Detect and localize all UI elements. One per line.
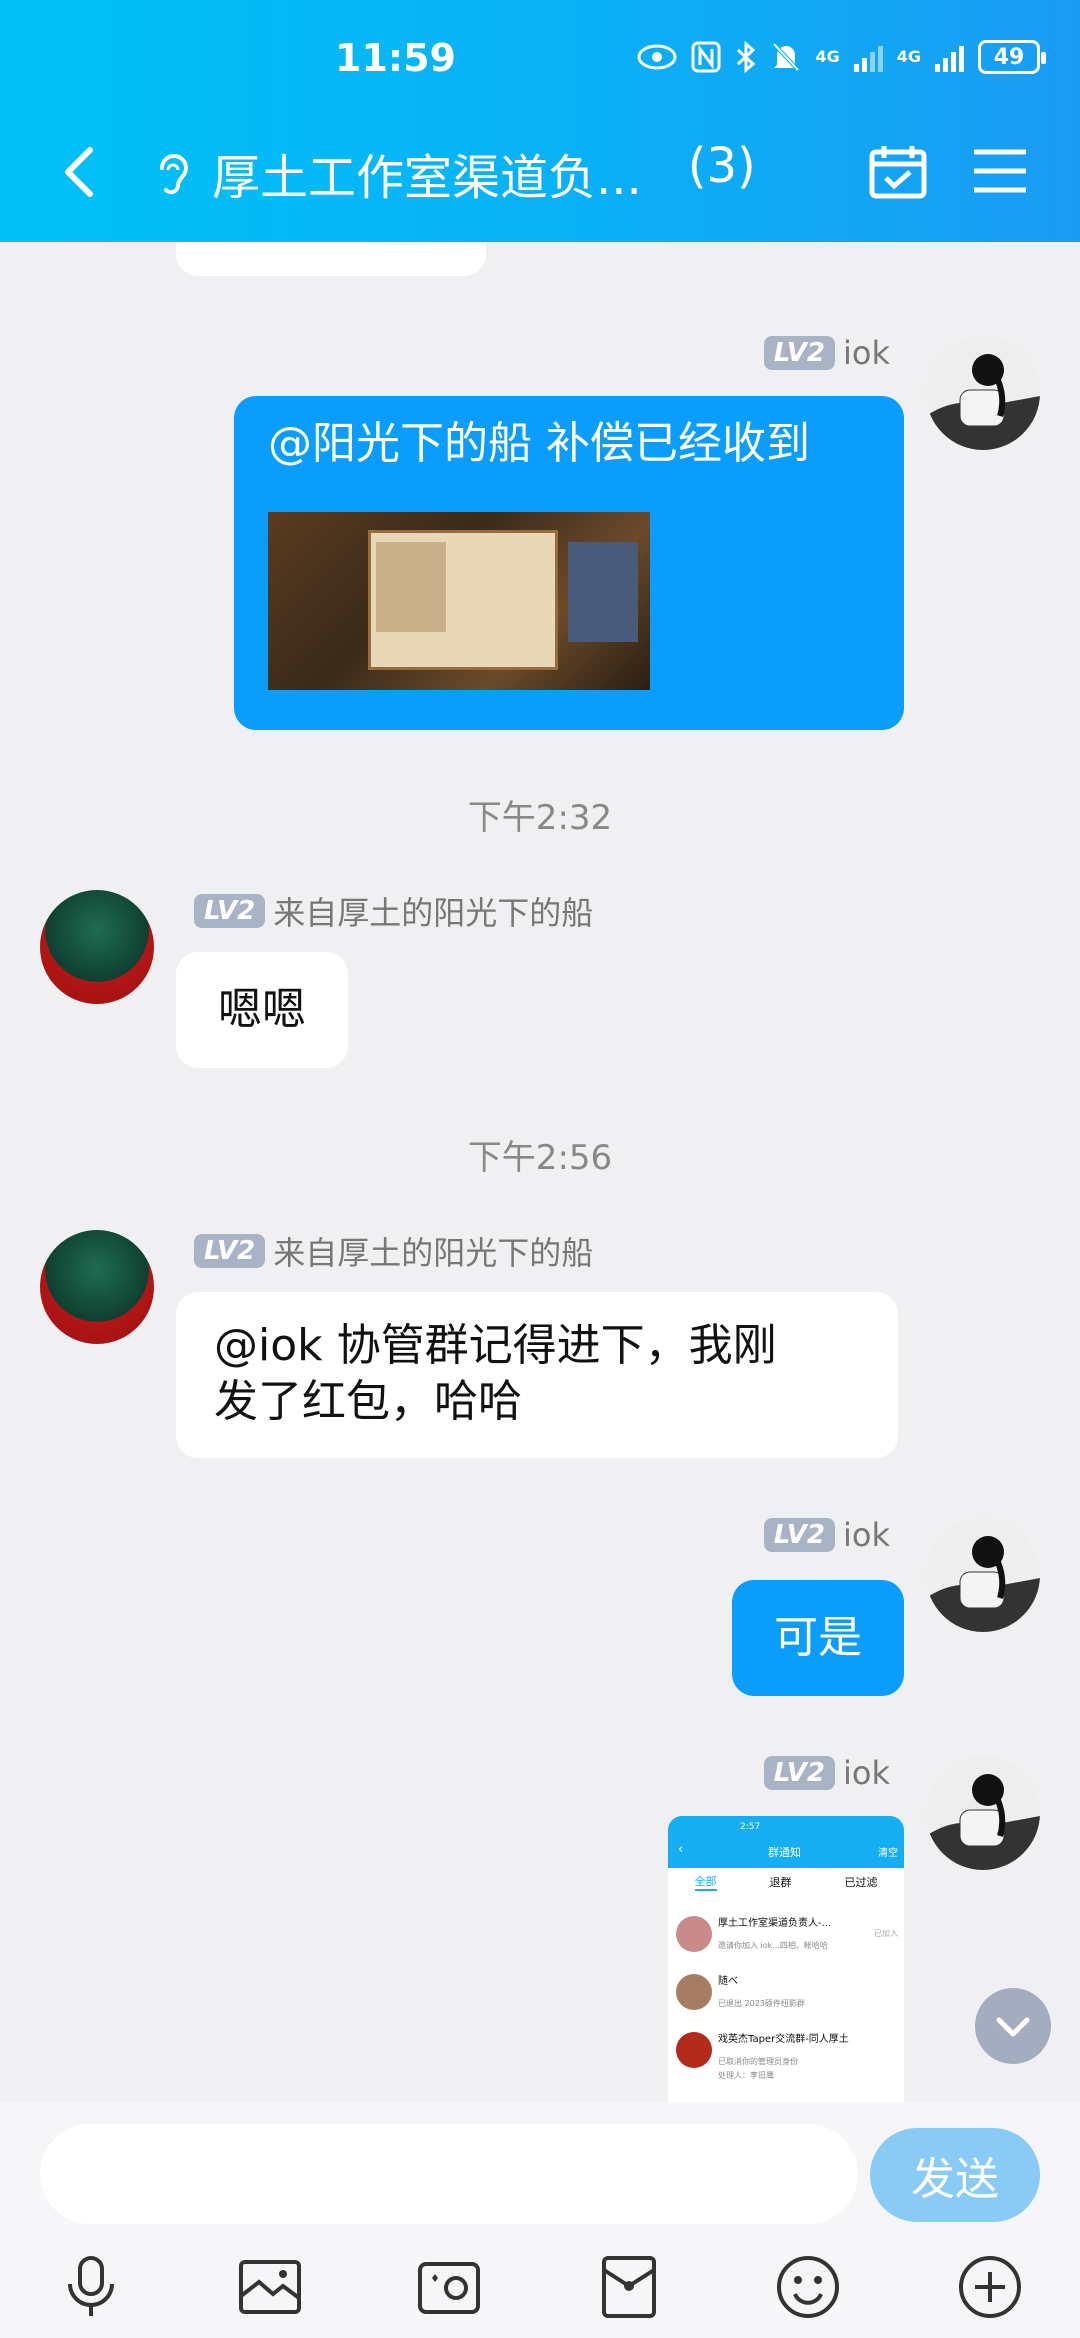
earpiece-mode-icon[interactable]: [150, 148, 194, 198]
level-badge: LV2: [763, 1518, 835, 1552]
photo-icon[interactable]: [235, 2252, 305, 2322]
emoji-icon[interactable]: [773, 2252, 843, 2322]
level-badge: LV2: [763, 336, 835, 370]
eye-icon: [637, 44, 677, 70]
timestamp: 下午2:32: [467, 798, 613, 838]
message-bubble[interactable]: @阳光下的船 补偿已经收到: [234, 396, 904, 730]
back-icon[interactable]: [52, 142, 112, 202]
send-button[interactable]: 发送: [870, 2128, 1040, 2222]
chevron-down-icon: [996, 2017, 1030, 2037]
screenshot-image[interactable]: 2:57 ‹ 群通知 清空 全部 退群 已过滤 厚土工作室渠道负责人-... 邀…: [668, 1816, 904, 2102]
user-avatar-illustration: [926, 1756, 1040, 1870]
message-bubble[interactable]: @iok 协管群记得进下，我刚 发了红包，哈哈: [176, 1292, 898, 1458]
signal-icon: [935, 42, 964, 72]
message-list[interactable]: LV2 iok @阳光下的船 补偿已经收到 下午2:32 LV2 来自厚土的阳光…: [0, 242, 1080, 2102]
preview-item: 厚土工作室渠道负责人-... 邀请你加入 iok...四相、帐哈哈 已加入: [676, 1912, 898, 1962]
message-text: @阳光下的船 补偿已经收到: [268, 418, 810, 469]
camera-icon[interactable]: [414, 2252, 484, 2322]
chat-header: 11:59 4G 4G 49 厚土工作室渠道负... (3): [0, 0, 1080, 242]
preview-header: 2:57 ‹ 群通知 清空: [668, 1816, 904, 1868]
group-name: 厚土工作室渠道负...: [212, 150, 642, 206]
nav-bar: 厚土工作室渠道负... (3): [0, 130, 1080, 220]
sender-line: LV2 来自厚土的阳光下的船: [194, 1228, 593, 1274]
sender-line: LV2 iok: [763, 1754, 890, 1792]
game-screenshot-image[interactable]: [268, 512, 650, 690]
signal-icon: [853, 42, 883, 72]
battery-icon: 49: [978, 40, 1046, 74]
microphone-icon[interactable]: [56, 2252, 126, 2322]
network-type-1: 4G: [815, 47, 840, 66]
avatar[interactable]: [926, 1756, 1040, 1870]
message-text-line: 发了红包，哈哈: [214, 1376, 522, 1427]
avatar[interactable]: [40, 890, 154, 1004]
preview-tab: 已过滤: [844, 1876, 878, 1889]
scroll-to-bottom-button[interactable]: [975, 1988, 1051, 2064]
level-badge: LV2: [194, 894, 266, 928]
sender-line: LV2 iok: [763, 334, 890, 372]
timestamp: 下午2:56: [467, 1138, 613, 1178]
user-avatar-illustration: [926, 336, 1040, 450]
message-text: 嗯嗯: [218, 984, 306, 1035]
sender-name[interactable]: iok: [843, 1516, 890, 1554]
nfc-icon: [691, 41, 721, 73]
status-bar: 11:59 4G 4G 49: [0, 36, 1080, 86]
sender-name[interactable]: 来自厚土的阳光下的船: [273, 888, 593, 934]
preview-time: 2:57: [740, 1822, 761, 1832]
plus-icon[interactable]: [955, 2252, 1025, 2322]
message-input[interactable]: [40, 2124, 858, 2224]
member-count: (3): [687, 138, 756, 194]
preview-item: 戏英杰Taper交流群-同人厚土 已取消你的管理员身份 处理人：李旧鹰: [676, 2028, 898, 2088]
mute-bell-icon: [772, 42, 800, 72]
message-bubble-partial[interactable]: [176, 242, 486, 276]
sender-name[interactable]: iok: [843, 334, 890, 372]
message-bubble[interactable]: 嗯嗯: [176, 952, 348, 1068]
battery-level: 49: [993, 44, 1025, 70]
calendar-check-icon[interactable]: [868, 144, 928, 200]
preview-clear: 清空: [878, 1848, 898, 1859]
preview-back-icon: ‹: [678, 1842, 684, 1857]
message-bubble[interactable]: 可是: [732, 1580, 904, 1696]
level-badge: LV2: [763, 1756, 835, 1790]
preview-tab: 全部: [694, 1873, 717, 1891]
sender-name[interactable]: iok: [843, 1754, 890, 1792]
preview-item: 随べ 已退出 2023硕件纽影群: [676, 1970, 898, 2020]
sender-name[interactable]: 来自厚土的阳光下的船: [273, 1228, 593, 1274]
message-text: 可是: [774, 1612, 862, 1663]
level-badge: LV2: [194, 1234, 266, 1268]
avatar[interactable]: [926, 1518, 1040, 1632]
menu-icon[interactable]: [972, 146, 1028, 196]
message-text-line: @iok 协管群记得进下，我刚: [214, 1320, 777, 1371]
preview-title: 群通知: [768, 1846, 801, 1859]
preview-tabs: 全部 退群 已过滤: [668, 1868, 904, 1896]
sender-line: LV2 来自厚土的阳光下的船: [194, 888, 593, 934]
avatar[interactable]: [926, 336, 1040, 450]
network-type-2: 4G: [896, 47, 921, 66]
avatar[interactable]: [40, 1230, 154, 1344]
chat-title[interactable]: 厚土工作室渠道负... (3): [212, 138, 756, 208]
input-bar: 发送: [0, 2102, 1080, 2338]
sender-line: LV2 iok: [763, 1516, 890, 1554]
status-icons: 4G 4G 49: [637, 40, 1046, 74]
bluetooth-icon: [737, 41, 756, 73]
input-toolbar: [0, 2252, 1080, 2322]
preview-tab: 退群: [769, 1876, 792, 1889]
red-packet-icon[interactable]: [594, 2252, 664, 2322]
status-time: 11:59: [335, 36, 456, 80]
user-avatar-illustration: [926, 1518, 1040, 1632]
